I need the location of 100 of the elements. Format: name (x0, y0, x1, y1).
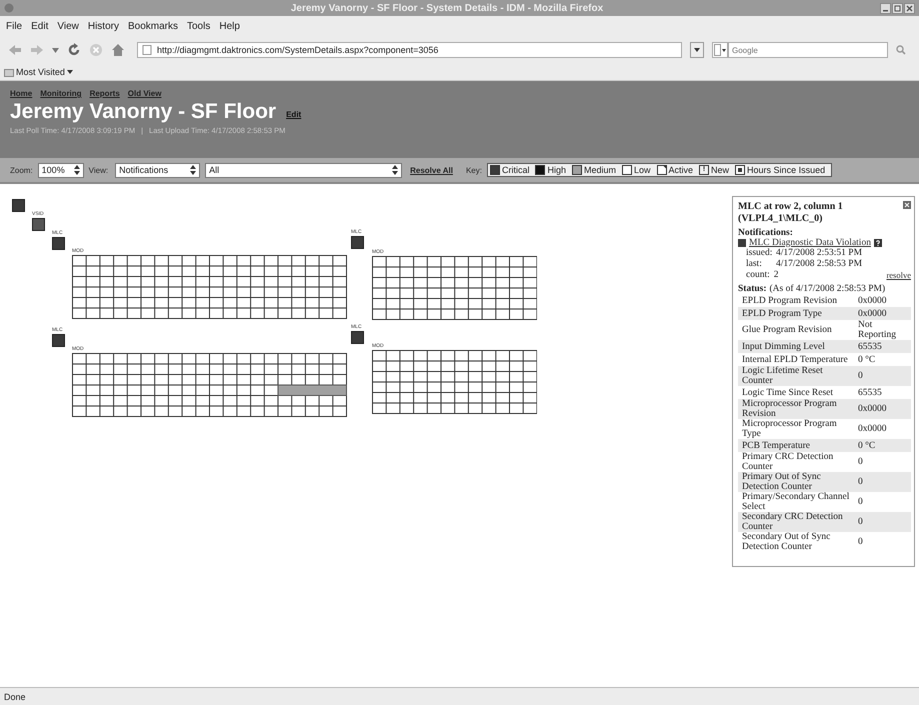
edit-link[interactable]: Edit (286, 110, 302, 119)
home-icon[interactable] (111, 43, 125, 57)
zoom-label: Zoom: (10, 166, 33, 174)
key-label: Key: (466, 166, 482, 174)
search-icon[interactable] (896, 45, 906, 55)
menu-item[interactable]: Bookmarks (128, 20, 178, 32)
corner-mark-icon (656, 165, 667, 175)
history-dropdown-icon[interactable] (690, 42, 704, 58)
firefox-icon (4, 3, 14, 13)
status-name: Logic Time Since Reset (742, 388, 834, 398)
legend-label: Hours Since Issued (747, 165, 826, 175)
module-grid[interactable] (72, 255, 347, 319)
status-value: 0 (857, 457, 864, 467)
view-label: View: (88, 166, 108, 174)
status-name: Microprocessor Program Revision (742, 399, 838, 419)
spinner-arrows-icon (392, 165, 398, 175)
window-title: Jeremy Vanorny - SF Floor - System Details - IDM - Mozilla Firefox (290, 2, 604, 14)
reload-icon[interactable] (67, 43, 81, 57)
spinner-arrows-icon (74, 165, 80, 175)
status-name: Primary Out of Sync Detection Counter (742, 472, 822, 492)
field-value: 2 (774, 270, 780, 281)
panel-title: MLC at row 2, column 1 (738, 201, 843, 213)
status-value: 0 °C (857, 440, 876, 450)
status-name: Secondary CRC Detection Counter (742, 512, 844, 532)
status-name: Microprocessor Program Type (742, 419, 838, 439)
menu-item[interactable]: View (57, 20, 79, 32)
menu-item[interactable]: Edit (31, 20, 48, 32)
status-value: 0 (857, 517, 864, 527)
maximize-icon[interactable] (892, 2, 903, 14)
status-name: EPLD Program Revision (742, 296, 838, 306)
nav-link[interactable]: Monitoring (40, 89, 82, 98)
status-name: Internal EPLD Temperature (742, 354, 849, 364)
close-icon[interactable] (904, 2, 915, 14)
status-name: Glue Program Revision (742, 325, 833, 335)
address-field[interactable]: http://diagmgmt.daktronics.com/SystemDetails.aspx?component=3056 (137, 42, 682, 58)
legend-label: Low (634, 165, 651, 175)
page-title: Jeremy Vanorny - SF Floor (10, 100, 276, 124)
status-value: 0x0000 (857, 308, 888, 318)
status-value: 0 (857, 477, 864, 487)
field-value: 4/17/2008 2:58:53 PM (776, 259, 864, 270)
menu-item[interactable]: Tools (187, 20, 210, 32)
search-field[interactable]: Google (728, 42, 888, 58)
bookmarks-folder-icon (4, 68, 14, 76)
section-heading: Notifications: (738, 228, 794, 238)
minimize-icon[interactable] (880, 2, 891, 14)
status-value: 65535 (857, 342, 883, 352)
status-value: 65535 (857, 388, 883, 398)
legend-label: Critical (502, 165, 530, 175)
notification-link[interactable]: MLC Diagnostic Data Violation (749, 238, 871, 248)
status-time: (As of 4/17/2008 2:58:53 PM) (770, 284, 886, 294)
panel-subtitle: (VLPL4_1\MLC_0) (738, 213, 824, 225)
field-value: 4/17/2008 2:53:51 PM (776, 248, 864, 259)
status-text: Done (4, 692, 26, 702)
module-grid[interactable] (372, 350, 538, 414)
resolve-all-link[interactable]: Resolve All (410, 166, 453, 174)
module-grid[interactable] (372, 256, 538, 320)
dot-square-icon (735, 165, 746, 175)
status-value: Not Reporting (857, 320, 897, 340)
nav-link[interactable]: Reports (90, 89, 120, 98)
status-value: 0x0000 (857, 296, 888, 306)
view-select[interactable]: Notifications (115, 162, 200, 178)
status-name: PCB Temperature (742, 440, 812, 450)
status-value: 0x0000 (857, 404, 888, 414)
status-value: 0 (857, 537, 864, 547)
field-label: count: (746, 270, 770, 281)
nav-link[interactable]: Home (10, 89, 32, 98)
alert-cells[interactable] (278, 384, 347, 396)
status-name: Secondary Out of Sync Detection Counter (742, 532, 832, 552)
zoom-select[interactable]: 100% (38, 162, 84, 178)
help-icon[interactable] (874, 239, 882, 247)
caret-icon[interactable] (66, 70, 73, 74)
status-value: 0 (857, 371, 864, 381)
menu-item[interactable]: File (6, 20, 22, 32)
filter-select[interactable]: All (205, 162, 402, 178)
status-name: Primary/Secondary Channel Select (742, 492, 850, 512)
bookmark-item[interactable]: Most Visited (16, 67, 65, 77)
legend-label: Medium (584, 165, 616, 175)
status-value: 0x0000 (857, 424, 888, 434)
status-name: EPLD Program Type (742, 308, 823, 318)
field-label: issued: (746, 248, 774, 259)
dropdown-icon[interactable] (52, 48, 59, 52)
legend-label: Active (668, 165, 694, 175)
status-name: Logic Lifetime Reset Counter (742, 366, 824, 386)
status-value: 0 °C (857, 354, 876, 364)
spinner-arrows-icon (190, 165, 196, 175)
search-engine-icon[interactable] (712, 42, 728, 58)
menu-item[interactable]: Help (219, 20, 240, 32)
field-label: last: (746, 259, 763, 270)
page-icon (142, 45, 152, 55)
module-grid[interactable] (72, 353, 347, 417)
resolve-link[interactable]: resolve (886, 270, 911, 281)
section-heading: Status: (738, 284, 767, 294)
nav-link[interactable]: Old View (128, 89, 162, 98)
unit-block[interactable] (32, 218, 45, 231)
status-name: Primary CRC Detection Counter (742, 452, 834, 472)
legend-label: High (547, 165, 566, 175)
status-value: 0 (857, 497, 864, 507)
status-name: Input Dimming Level (742, 342, 826, 352)
legend-label: New (711, 165, 730, 175)
menu-item[interactable]: History (88, 20, 119, 32)
